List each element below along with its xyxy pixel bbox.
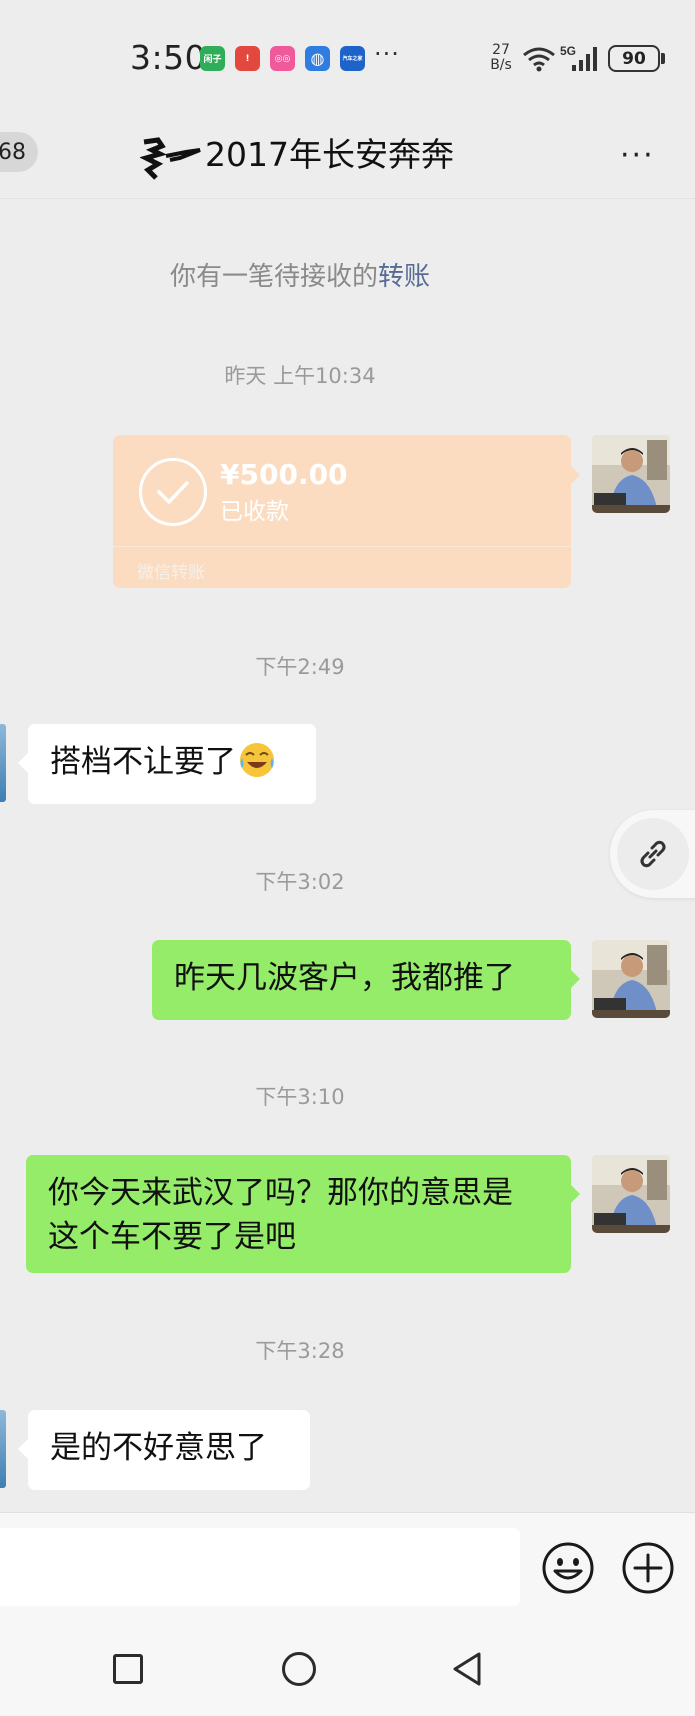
more-notifications-icon: ··· [374,40,400,68]
recent-apps-icon[interactable] [113,1654,143,1684]
sent-message[interactable]: 昨天几波客户，我都推了 [152,940,571,1020]
received-message[interactable]: 是的不好意思了 [28,1410,310,1490]
status-time: 3:50 [130,38,207,77]
more-options-button[interactable]: ··· [620,138,655,173]
transfer-status: 已收款 [220,499,289,525]
wifi-icon [523,47,555,72]
system-navigation-bar [0,1614,695,1716]
bubble-tail [18,1439,28,1459]
chat-title: 2017年长安奔奔 [205,135,454,174]
bubble-tail [570,465,580,485]
emoji-smile-icon[interactable] [541,1541,595,1595]
transfer-link[interactable]: 转账 [378,262,430,292]
my-avatar[interactable] [592,940,670,1018]
my-avatar[interactable] [592,1155,670,1233]
app-red-icon: ! [235,46,260,71]
check-circle-icon [139,458,207,526]
network-speed: 27 B/s [490,42,512,73]
message-timestamp: 昨天 上午10:34 [224,364,376,388]
message-input[interactable] [0,1528,520,1606]
link-icon[interactable] [617,818,689,890]
unread-count: 68 [0,139,26,165]
redacted-name-scribble [140,137,201,180]
laugh-cry-emoji-icon [240,743,274,777]
cellular-signal-icon: 5G [560,44,597,71]
plus-icon[interactable] [621,1541,675,1595]
received-message[interactable]: 搭档不让要了 [28,724,316,804]
contact-avatar[interactable] [0,1410,6,1488]
app-blue-car-icon: 汽车之家 [340,46,365,71]
back-triangle-icon[interactable] [449,1650,485,1688]
header-divider [0,198,695,199]
bubble-tail [570,1184,580,1204]
message-timestamp: 下午3:28 [255,1339,345,1363]
transfer-divider [113,546,571,547]
home-icon[interactable] [282,1652,316,1686]
message-timestamp: 下午3:02 [255,870,345,894]
status-bar: 3:50 闲子 ! ◎◎ ◍ 汽车之家 ··· 27 B/s 5G 90 [0,0,695,120]
back-button[interactable]: 68 [0,132,38,172]
network-type: 5G [560,44,576,58]
my-avatar[interactable] [592,435,670,513]
transfer-amount: ¥500.00 [220,458,348,491]
transfer-footer-label: 微信转账 [137,563,205,583]
notification-icons: 闲子 ! ◎◎ ◍ 汽车之家 [200,46,365,71]
app-green-icon: 闲子 [200,46,225,71]
message-timestamp: 下午2:49 [255,655,345,679]
contact-avatar[interactable] [0,724,6,802]
bubble-tail [18,753,28,773]
sent-message[interactable]: 你今天来武汉了吗？那你的意思是 这个车不要了是吧 [26,1155,571,1273]
battery-tip [661,53,665,64]
browser-globe-icon: ◍ [305,46,330,71]
bubble-tail [570,969,580,989]
pending-transfer-notice: 你有一笔待接收的转账 [169,262,431,292]
message-timestamp: 下午3:10 [255,1085,345,1109]
app-pink-icon: ◎◎ [270,46,295,71]
battery-icon: 90 [608,45,660,72]
